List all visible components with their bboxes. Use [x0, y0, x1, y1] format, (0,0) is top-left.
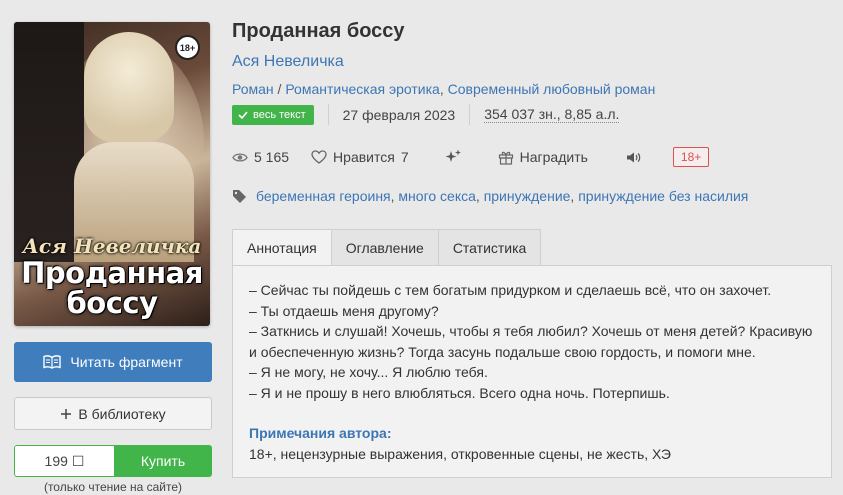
likes-count: 7 — [400, 149, 409, 165]
tag-link[interactable]: много секса — [398, 188, 475, 204]
genre-separator: , — [439, 81, 448, 97]
sparkle-icon — [445, 149, 462, 165]
author-link[interactable]: Ася Невеличка — [232, 53, 344, 71]
age-rating-badge: 18+ — [672, 147, 710, 167]
tag-link[interactable]: беременная героиня — [256, 188, 391, 204]
annotation-line: – Сейчас ты пойдешь с тем богатым придур… — [249, 282, 772, 298]
read-fragment-button[interactable]: Читать фрагмент — [14, 342, 212, 382]
genre-link[interactable]: Романтическая эротика — [285, 81, 440, 97]
stats-row: 5 165 Нравится 7 Наградить 18+ — [232, 146, 710, 168]
genre-link[interactable]: Современный любовный роман — [448, 81, 656, 97]
genre-link[interactable]: Роман — [232, 81, 274, 97]
publish-date: 27 февраля 2023 — [342, 106, 456, 123]
plus-icon — [60, 408, 72, 420]
annotation-line: – Я не могу, не хочу... Я люблю тебя. — [249, 364, 488, 380]
sparkle-button[interactable] — [445, 149, 462, 165]
book-title: Проданная боссу — [232, 20, 405, 42]
age-rating-label: 18+ — [672, 147, 710, 167]
tab-contents[interactable]: Оглавление — [330, 229, 439, 266]
check-icon — [238, 110, 248, 119]
tab-annotation[interactable]: Аннотация — [232, 229, 332, 266]
add-to-library-label: В библиотеку — [78, 405, 166, 422]
likes-label: Нравится — [333, 149, 395, 165]
reward-label: Наградить — [519, 149, 588, 165]
annotation-line: – Ты отдаешь меня другому? — [249, 302, 439, 319]
annotation-line: – Я и не прошу в него влюбляться. Всего … — [249, 384, 670, 401]
tag-link[interactable]: принуждение без насилия — [578, 188, 748, 204]
cover-author-text: Ася Невеличка — [22, 234, 202, 258]
read-fragment-label: Читать фрагмент — [70, 354, 183, 370]
eye-icon — [232, 152, 248, 163]
tab-statistics[interactable]: Статистика — [437, 229, 542, 266]
annotation-panel: – Сейчас ты пойдешь с тем богатым придур… — [232, 265, 832, 478]
divider — [469, 104, 471, 125]
status-badge: весь текст — [232, 104, 314, 125]
book-size[interactable]: 354 037 зн., 8,85 а.л. — [484, 106, 620, 123]
genre-list: Роман / Романтическая эротика, Современн… — [232, 81, 655, 97]
tag-icon — [232, 189, 248, 203]
author-notes-heading: Примечания автора: — [249, 425, 392, 441]
price-value: 199 — [44, 453, 68, 469]
price-box: 199 ☐ — [14, 445, 114, 477]
heart-icon — [311, 150, 327, 164]
book-meta-row: весь текст 27 февраля 2023 354 037 зн., … — [232, 104, 620, 125]
author-notes-text: 18+, нецензурные выражения, откровенные … — [249, 445, 671, 462]
divider — [327, 104, 329, 125]
annotation-line: – Заткнись и слушай! Хочешь, чтобы я теб… — [249, 323, 813, 360]
cover-title-text: Проданная боссу — [21, 256, 203, 320]
tag-list: беременная героиня, много секса, принужд… — [232, 188, 748, 204]
like-button[interactable]: Нравится 7 — [311, 149, 409, 165]
buy-button[interactable]: Купить — [114, 445, 212, 477]
add-to-library-button[interactable]: В библиотеку — [14, 397, 212, 430]
open-book-icon — [43, 355, 62, 369]
cover-age-badge: 18+ — [175, 35, 200, 60]
audio-button[interactable] — [626, 151, 642, 164]
book-cover[interactable]: 18+ Ася Невеличка Проданная боссу — [14, 22, 210, 326]
info-tabs: Аннотация Оглавление Статистика — [232, 229, 542, 266]
currency-icon: ☐ — [71, 452, 85, 469]
buy-note: (только чтение на сайте) — [43, 480, 183, 494]
speaker-icon — [626, 151, 642, 164]
genre-separator: / — [273, 81, 286, 97]
buy-group: 199 ☐ Купить — [14, 445, 212, 477]
tag-link[interactable]: принуждение — [484, 188, 571, 204]
status-badge-label: весь текст — [253, 108, 306, 121]
views-count: 5 165 — [254, 149, 290, 165]
reward-button[interactable]: Наградить — [498, 149, 588, 165]
views-stat: 5 165 — [232, 149, 289, 165]
gift-icon — [498, 150, 514, 165]
